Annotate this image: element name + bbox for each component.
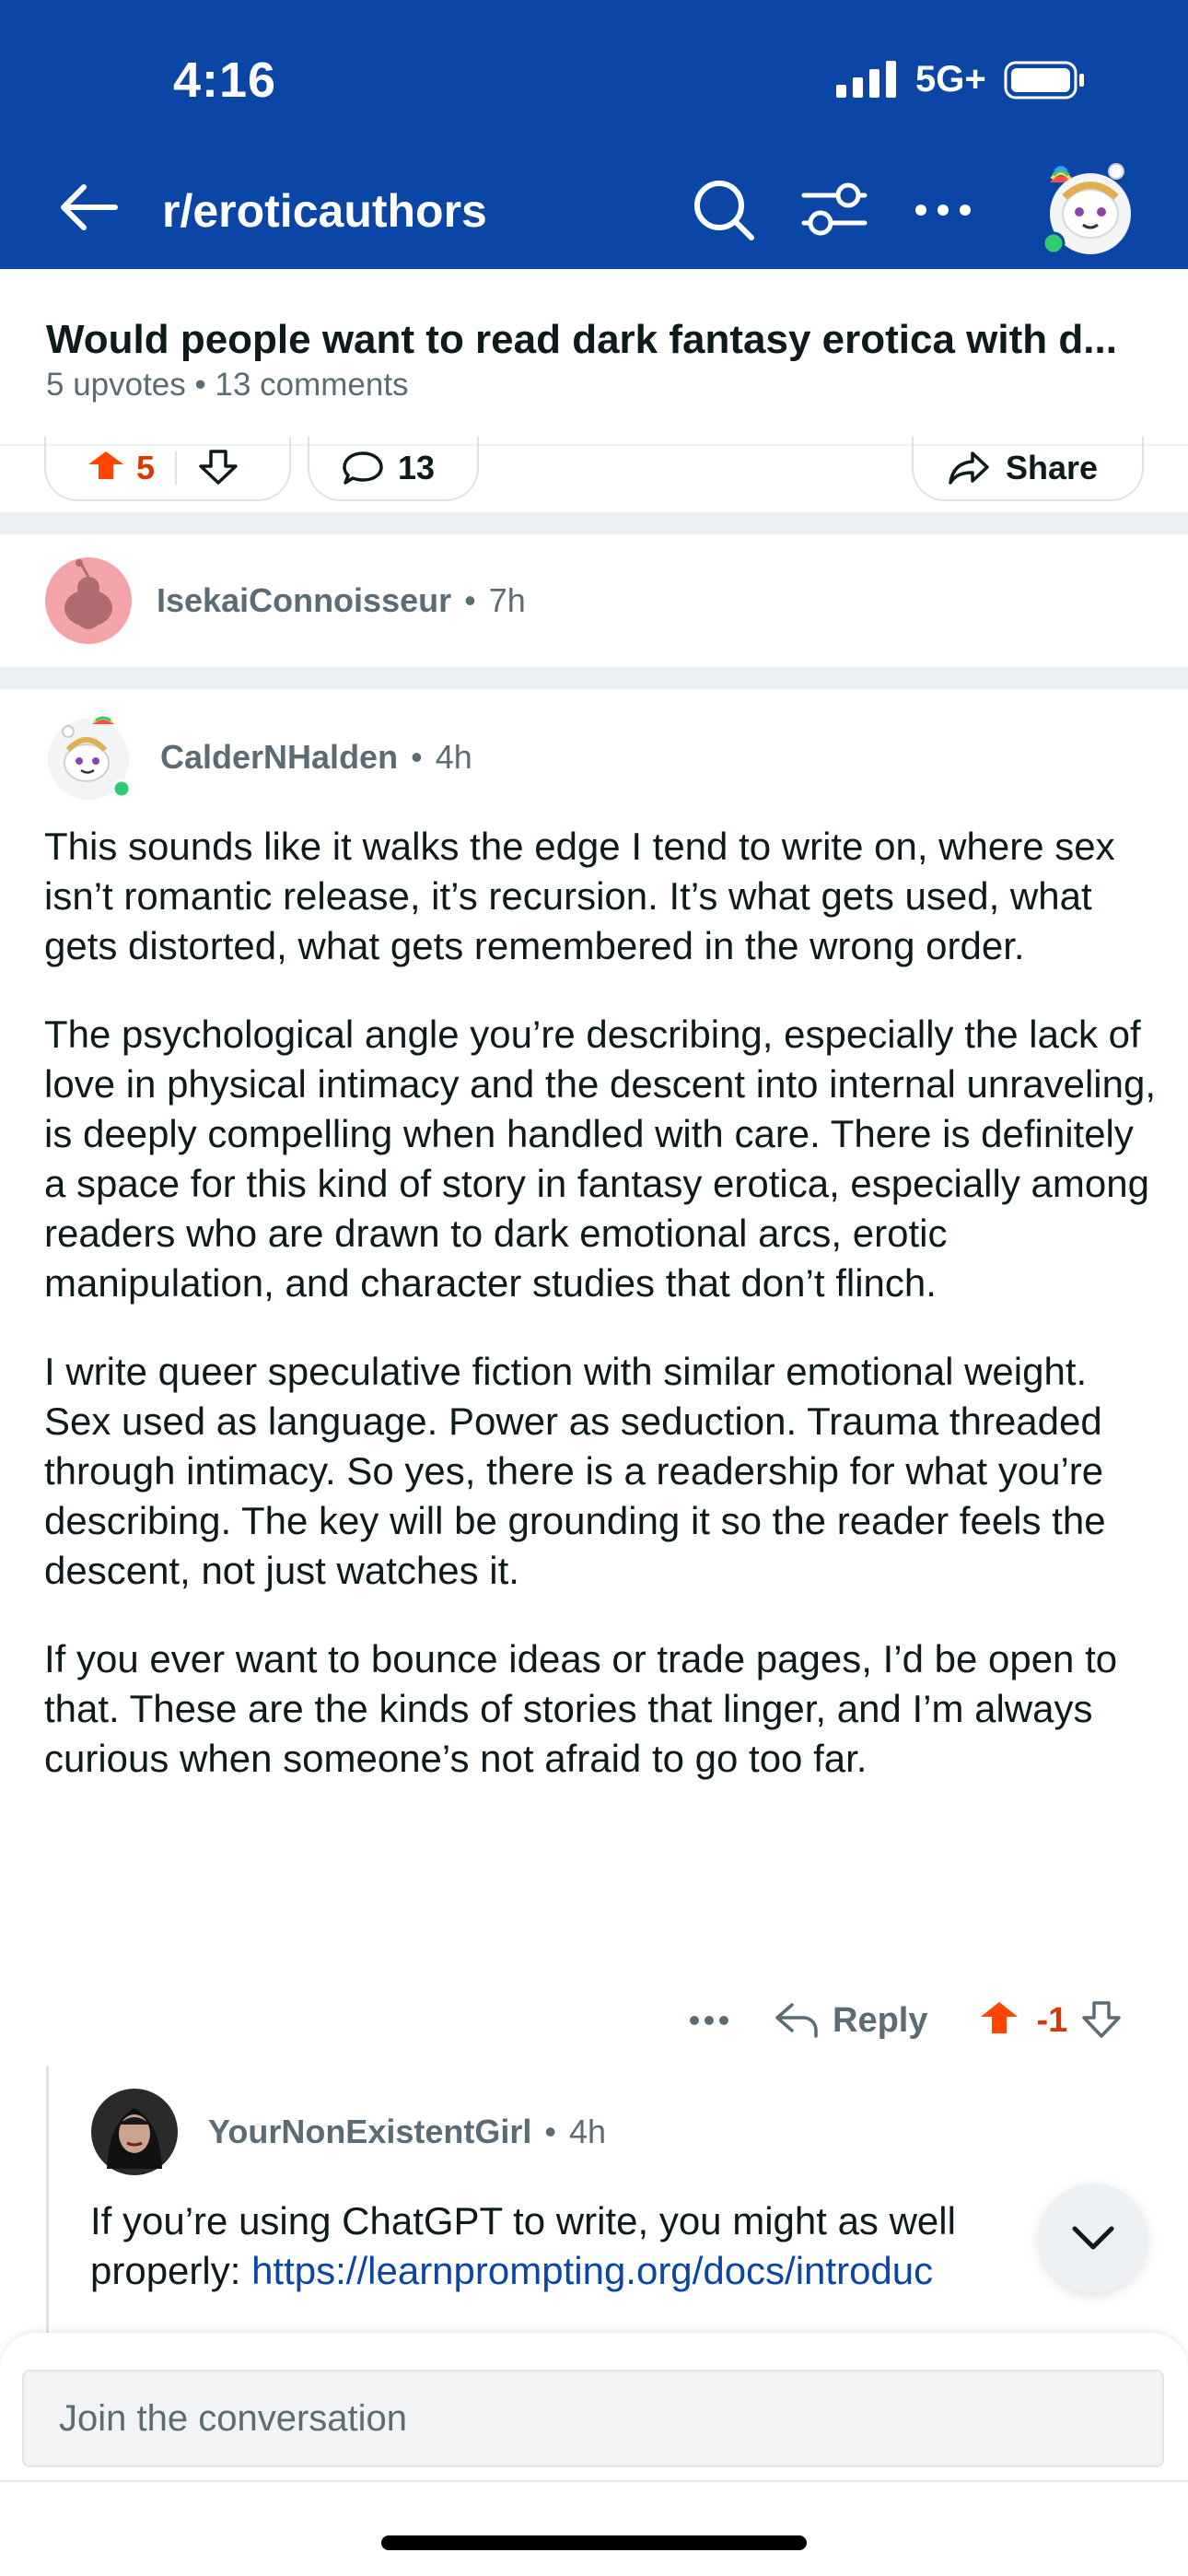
comment-input[interactable]	[22, 2370, 1164, 2467]
comment-paragraph: I write queer speculative fiction with s…	[44, 1350, 1106, 1592]
more-icon	[915, 205, 971, 216]
comment-time: 7h	[488, 581, 526, 619]
vote-count: 5	[136, 449, 156, 486]
comment-icon	[343, 451, 383, 485]
arrow-left-icon	[61, 184, 118, 230]
share-button[interactable]: Share	[912, 437, 1144, 501]
comment-time: 4h	[435, 738, 472, 776]
reply-header: YourNonExistentGirl • 4h	[90, 2088, 606, 2176]
share-label: Share	[1006, 449, 1099, 486]
reply-text-prefix: properly:	[90, 2249, 241, 2292]
vote-pill: 5	[44, 437, 291, 501]
thread-line	[46, 2066, 49, 2342]
comment-score: -1	[1036, 2000, 1068, 2040]
reply-text-line: If you’re using ChatGPT to write, you mi…	[90, 2199, 956, 2242]
status-time: 4:16	[173, 53, 277, 108]
post-title[interactable]: Would people want to read dark fantasy e…	[46, 317, 1151, 363]
more-options-button[interactable]	[906, 173, 980, 247]
back-button[interactable]	[53, 175, 123, 240]
comment-author[interactable]: IsekaiConnoisseur	[157, 581, 451, 620]
user-avatar[interactable]	[1037, 151, 1135, 258]
comment-paragraph: This sounds like it walks the edge I ten…	[44, 825, 1115, 967]
network-label: 5G+	[915, 59, 986, 100]
reply-text-line: properly: https://learnprompting.org/doc…	[90, 2246, 1159, 2296]
post-summary: Would people want to read dark fantasy e…	[0, 269, 1188, 444]
collapsed-comment[interactable]: IsekaiConnoisseur • 7h	[44, 556, 526, 645]
next-comment-button[interactable]	[1039, 2184, 1147, 2292]
signal-icon	[836, 61, 896, 98]
comment-count: 13	[398, 449, 436, 486]
avatar[interactable]	[44, 711, 136, 803]
meta-separator: •	[544, 2113, 556, 2150]
chevron-down-icon	[1072, 2226, 1114, 2250]
sort-filter-button[interactable]	[798, 173, 871, 247]
comment-header: CalderNHalden • 4h	[44, 711, 472, 803]
reply-icon[interactable]	[774, 2001, 820, 2040]
filter-icon	[801, 182, 868, 236]
meta-separator: •	[464, 581, 476, 619]
post-meta: 5 upvotes • 13 comments	[46, 367, 409, 403]
reply-body: If you’re using ChatGPT to write, you mi…	[90, 2196, 1159, 2296]
home-indicator[interactable]	[381, 2535, 807, 2550]
upvote-icon[interactable]	[85, 451, 127, 485]
meta-separator: •	[411, 738, 423, 776]
search-icon	[694, 181, 754, 240]
comment-author[interactable]: CalderNHalden	[160, 738, 398, 777]
downvote-icon[interactable]	[197, 450, 239, 486]
comment-body: This sounds like it walks the edge I ten…	[44, 822, 1159, 1822]
upvote-icon[interactable]	[977, 2002, 1021, 2039]
comment-paragraph: If you ever want to bounce ideas or trad…	[44, 1637, 1118, 1780]
search-button[interactable]	[687, 173, 761, 247]
reply-link[interactable]: https://learnprompting.org/docs/introduc	[251, 2249, 933, 2292]
battery-icon	[1004, 61, 1084, 100]
comment-paragraph: The psychological angle you’re describin…	[44, 1013, 1157, 1305]
comment-actions: Reply -1	[672, 1990, 1160, 2051]
comments-button[interactable]: 13	[308, 437, 479, 501]
downvote-icon[interactable]	[1080, 2001, 1123, 2040]
share-icon	[949, 451, 989, 485]
section-divider	[0, 512, 1188, 534]
more-icon[interactable]	[689, 2014, 729, 2027]
composer-divider	[0, 2480, 1188, 2482]
subreddit-title[interactable]: r/eroticauthors	[162, 184, 487, 238]
avatar	[45, 557, 132, 644]
section-divider	[0, 667, 1188, 689]
reply-time: 4h	[568, 2113, 607, 2150]
reply-author[interactable]: YourNonExistentGirl	[208, 2113, 531, 2151]
avatar[interactable]	[90, 2088, 179, 2176]
post-action-row: 5 13 Share	[0, 437, 1188, 510]
reply-button[interactable]: Reply	[833, 2001, 927, 2041]
vote-separator	[175, 451, 178, 485]
app-header: 4:16 5G+ r/eroticauthors	[0, 0, 1188, 269]
